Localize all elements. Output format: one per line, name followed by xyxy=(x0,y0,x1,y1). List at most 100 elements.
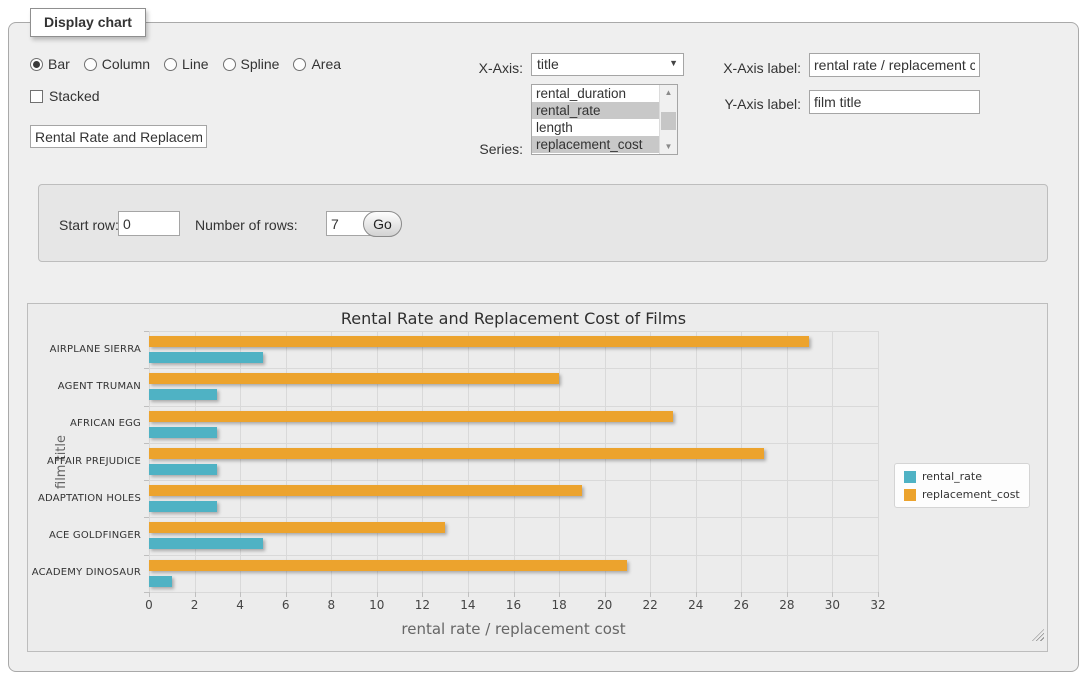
chart-type-radio-spline[interactable]: Spline xyxy=(223,56,280,72)
x-axis-tick-label: 28 xyxy=(767,598,807,612)
band-gridline xyxy=(149,517,878,518)
y-axis-tick xyxy=(144,480,149,481)
radio-icon xyxy=(164,58,177,71)
row-range-panel: Start row: Number of rows: Go xyxy=(38,184,1048,262)
radio-label: Column xyxy=(102,56,150,72)
chart-container: Rental Rate and Replacement Cost of Film… xyxy=(27,303,1048,652)
x-axis-tick xyxy=(286,592,287,597)
gridline xyxy=(559,331,560,592)
gridline xyxy=(286,331,287,592)
resize-handle-icon[interactable] xyxy=(1032,629,1044,641)
x-axis-tick xyxy=(696,592,697,597)
replacement_cost-bar[interactable] xyxy=(149,448,764,459)
rental_rate-bar[interactable] xyxy=(149,427,217,438)
rental_rate-bar[interactable] xyxy=(149,538,263,549)
replacement_cost-bar[interactable] xyxy=(149,522,445,533)
series-scrollbar[interactable]: ▲ ▼ xyxy=(659,85,677,154)
chart-type-radio-column[interactable]: Column xyxy=(84,56,150,72)
gridline xyxy=(331,331,332,592)
x-axis-tick-label: 4 xyxy=(220,598,260,612)
series-option-replacement_cost[interactable]: replacement_cost xyxy=(532,136,660,153)
x-axis-select[interactable]: title ▼ xyxy=(531,53,684,76)
legend-label: rental_rate xyxy=(922,470,982,483)
chart-title: Rental Rate and Replacement Cost of Film… xyxy=(149,309,878,328)
go-button[interactable]: Go xyxy=(363,211,402,237)
band-gridline xyxy=(149,480,878,481)
gridline xyxy=(787,331,788,592)
band-gridline xyxy=(149,406,878,407)
x-axis-tick xyxy=(149,592,150,597)
chart-type-radio-line[interactable]: Line xyxy=(164,56,208,72)
rental_rate-bar[interactable] xyxy=(149,576,172,587)
x-axis-tick-label: 30 xyxy=(812,598,852,612)
gridline xyxy=(878,331,879,592)
gridline xyxy=(696,331,697,592)
legend-item-rental_rate[interactable]: rental_rate xyxy=(904,470,1020,483)
replacement_cost-bar[interactable] xyxy=(149,560,627,571)
y-axis-category-label: AFFAIR PREJUDICE xyxy=(28,456,141,467)
chart-type-radio-area[interactable]: Area xyxy=(293,56,341,72)
gridline xyxy=(514,331,515,592)
x-axis-label-input[interactable] xyxy=(809,53,980,77)
chart-title-input[interactable] xyxy=(30,125,207,148)
x-axis-tick-label: 18 xyxy=(539,598,579,612)
series-list-label: Series: xyxy=(450,141,523,157)
stacked-checkbox[interactable] xyxy=(30,90,43,103)
legend-item-replacement_cost[interactable]: replacement_cost xyxy=(904,488,1020,501)
rental_rate-bar[interactable] xyxy=(149,389,217,400)
x-axis-tick xyxy=(832,592,833,597)
replacement_cost-bar[interactable] xyxy=(149,485,582,496)
gridline xyxy=(605,331,606,592)
stacked-label: Stacked xyxy=(49,88,100,104)
radio-label: Bar xyxy=(48,56,70,72)
gridline xyxy=(468,331,469,592)
start-row-label: Start row: xyxy=(59,217,119,233)
replacement_cost-bar[interactable] xyxy=(149,373,559,384)
x-axis-tick xyxy=(468,592,469,597)
start-row-input[interactable] xyxy=(118,211,180,236)
x-axis-select-label: X-Axis: xyxy=(450,60,523,76)
gridline xyxy=(832,331,833,592)
legend-label: replacement_cost xyxy=(922,488,1020,501)
band-gridline xyxy=(149,368,878,369)
x-axis-tick-label: 20 xyxy=(585,598,625,612)
x-axis-tick-label: 16 xyxy=(494,598,534,612)
scrollbar-thumb[interactable] xyxy=(661,112,676,130)
y-axis-category-label: AIRPLANE SIERRA xyxy=(28,344,141,355)
x-axis-tick xyxy=(787,592,788,597)
replacement_cost-bar[interactable] xyxy=(149,336,809,347)
band-gridline xyxy=(149,555,878,556)
series-option-rental_rate[interactable]: rental_rate xyxy=(532,102,660,119)
rental_rate-bar[interactable] xyxy=(149,501,217,512)
chart-type-radio-bar[interactable]: Bar xyxy=(30,56,70,72)
scroll-down-icon[interactable]: ▼ xyxy=(660,139,677,154)
rental_rate-bar[interactable] xyxy=(149,464,217,475)
gridline xyxy=(422,331,423,592)
x-axis-tick-label: 8 xyxy=(311,598,351,612)
series-option-rental_duration[interactable]: rental_duration xyxy=(532,85,660,102)
x-axis-title: rental rate / replacement cost xyxy=(149,620,878,638)
display-chart-app: Display chart BarColumnLineSplineArea St… xyxy=(0,0,1081,681)
scroll-up-icon[interactable]: ▲ xyxy=(660,85,677,100)
series-option-length[interactable]: length xyxy=(532,119,660,136)
y-axis-label-input[interactable] xyxy=(809,90,980,114)
x-axis-tick-label: 2 xyxy=(175,598,215,612)
gridline xyxy=(195,331,196,592)
x-axis-tick-label: 6 xyxy=(266,598,306,612)
replacement_cost-bar[interactable] xyxy=(149,411,673,422)
gridline xyxy=(741,331,742,592)
legend-swatch-icon xyxy=(904,489,916,501)
series-options: rental_durationrental_ratelengthreplacem… xyxy=(532,85,660,154)
y-axis-category-label: ACADEMY DINOSAUR xyxy=(28,567,141,578)
x-axis-tick-label: 14 xyxy=(448,598,488,612)
x-axis-tick xyxy=(878,592,879,597)
band-gridline xyxy=(149,331,878,332)
x-axis-tick-label: 10 xyxy=(357,598,397,612)
x-axis-tick xyxy=(741,592,742,597)
series-listbox[interactable]: rental_durationrental_ratelengthreplacem… xyxy=(531,84,678,155)
y-axis-tick xyxy=(144,555,149,556)
x-axis-tick xyxy=(514,592,515,597)
rental_rate-bar[interactable] xyxy=(149,352,263,363)
chart-legend: rental_rate replacement_cost xyxy=(894,463,1030,508)
stacked-checkbox-row[interactable]: Stacked xyxy=(30,88,100,104)
